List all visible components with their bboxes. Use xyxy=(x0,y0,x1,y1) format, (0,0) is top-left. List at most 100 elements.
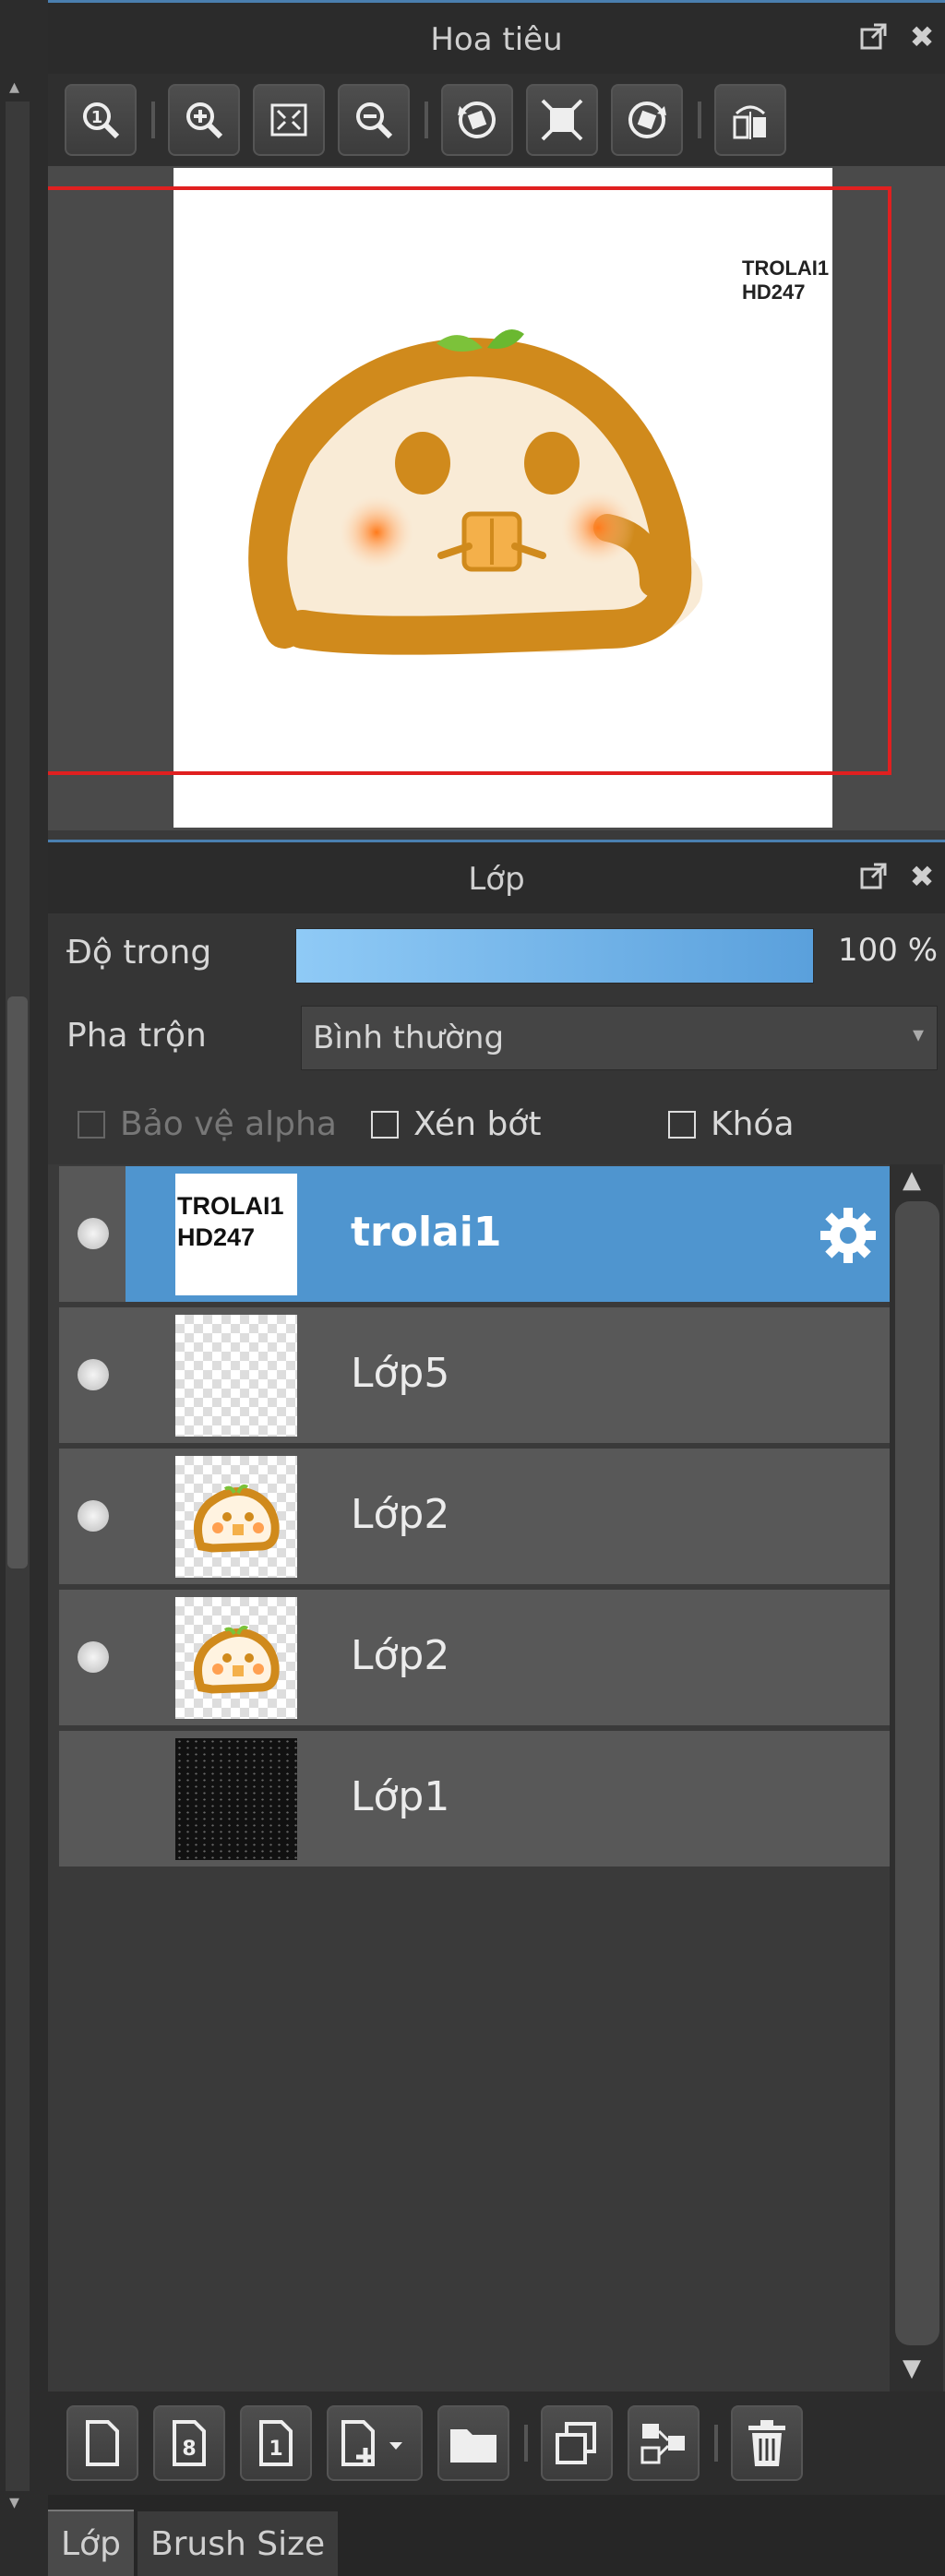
zoom-reset-button[interactable]: 1 xyxy=(65,84,137,156)
visibility-icon xyxy=(78,1500,109,1532)
svg-text:1: 1 xyxy=(269,2438,282,2461)
actual-size-icon xyxy=(541,99,583,141)
blend-mode-select[interactable]: Bình thường ▾ xyxy=(301,1006,938,1070)
opacity-slider[interactable] xyxy=(295,928,814,984)
visibility-toggle[interactable] xyxy=(59,1307,126,1443)
layers-title: Lớp xyxy=(468,861,525,898)
layer-name: Lớp2 xyxy=(351,1632,450,1679)
separator xyxy=(714,2425,718,2462)
separator xyxy=(151,101,155,138)
layer-thumbnail xyxy=(175,1315,297,1437)
navigator-title-bar: Hoa tiêu ✖ xyxy=(48,0,945,77)
fit-to-window-button[interactable] xyxy=(253,84,325,156)
checkbox-box xyxy=(371,1110,399,1139)
flip-horizontal-button[interactable] xyxy=(714,84,786,156)
svg-text:1: 1 xyxy=(91,108,103,127)
visibility-icon xyxy=(78,1218,109,1249)
layer-row[interactable]: Lớp1 xyxy=(59,1731,890,1869)
flip-horizontal-icon xyxy=(733,105,766,139)
blend-mode-value: Bình thường xyxy=(313,1020,505,1056)
scroll-up-arrow-icon[interactable]: ▴ xyxy=(9,76,19,99)
chevron-down-icon: ▾ xyxy=(912,1021,924,1047)
layer-row[interactable]: Lớp5 xyxy=(59,1307,890,1446)
layers-scrollbar-thumb[interactable] xyxy=(895,1201,939,2345)
zoom-out-icon xyxy=(356,102,393,139)
actual-size-button[interactable] xyxy=(526,84,598,156)
layer-properties: Độ trong 100 % Pha trộn Bình thường ▾ Bả… xyxy=(48,913,945,1172)
duplicate-icon xyxy=(556,2422,596,2464)
new-1bit-layer-button[interactable]: 1 xyxy=(240,2405,312,2481)
layers-scrollbar[interactable]: ▲ ▼ xyxy=(890,1164,943,2401)
blend-label: Pha trộn xyxy=(66,1017,207,1055)
panel-tabs: Lớp Brush Size xyxy=(48,2495,945,2576)
layers-bottom-toolbar: 8 1 xyxy=(48,2391,945,2495)
zoom-reset-icon: 1 xyxy=(83,102,120,139)
layers-title-bar: Lớp ✖ xyxy=(48,840,945,916)
merge-layer-button[interactable] xyxy=(628,2405,700,2481)
folder-icon xyxy=(450,2429,496,2463)
navigator-preview[interactable]: TROLAI1 HD247 xyxy=(48,166,945,830)
close-panel-icon[interactable]: ✖ xyxy=(906,861,938,892)
rotate-left-button[interactable] xyxy=(441,84,513,156)
rotate-left-icon xyxy=(458,101,496,138)
checkbox-box xyxy=(668,1110,696,1139)
lock-checkbox[interactable]: Khóa xyxy=(668,1105,795,1143)
layer-name: trolai1 xyxy=(351,1209,502,1256)
delete-layer-button[interactable] xyxy=(731,2405,803,2481)
visibility-toggle[interactable] xyxy=(59,1590,126,1725)
layer-name: Lớp1 xyxy=(351,1773,450,1820)
protect-alpha-checkbox[interactable]: Bảo vệ alpha xyxy=(78,1105,337,1143)
merge-icon xyxy=(640,2424,685,2464)
navigator-toolbar: 1 xyxy=(48,74,945,166)
thumb-watermark-line: HD247 xyxy=(177,1223,256,1251)
visibility-toggle[interactable] xyxy=(59,1731,126,1866)
zoom-in-button[interactable] xyxy=(168,84,240,156)
layer-thumbnail xyxy=(175,1738,297,1860)
clipping-checkbox[interactable]: Xén bớt xyxy=(371,1105,541,1143)
layer-name: Lớp2 xyxy=(351,1491,450,1538)
viewport-rectangle[interactable] xyxy=(48,186,891,775)
add-layer-dropdown-icon xyxy=(341,2420,402,2466)
duplicate-layer-button[interactable] xyxy=(541,2405,613,2481)
zoom-out-button[interactable] xyxy=(338,84,410,156)
tab-brush-size[interactable]: Brush Size xyxy=(137,2511,339,2576)
lock-label: Khóa xyxy=(711,1105,795,1143)
visibility-toggle[interactable] xyxy=(59,1449,126,1584)
new-layer-button[interactable] xyxy=(66,2405,138,2481)
float-panel-icon[interactable] xyxy=(858,861,890,892)
close-panel-icon[interactable]: ✖ xyxy=(906,21,938,53)
1bit-layer-icon: 1 xyxy=(259,2420,293,2466)
rotate-right-button[interactable] xyxy=(611,84,683,156)
visibility-icon xyxy=(78,1359,109,1390)
thumb-watermark-line: TROLAI1 xyxy=(177,1192,284,1220)
tab-layers[interactable]: Lớp xyxy=(48,2510,134,2576)
new-page-icon xyxy=(86,2420,119,2466)
protect-alpha-label: Bảo vệ alpha xyxy=(120,1105,337,1143)
opacity-value: 100 % xyxy=(837,932,938,969)
svg-text:8: 8 xyxy=(182,2438,196,2461)
trash-icon xyxy=(748,2420,785,2466)
fit-icon xyxy=(270,103,307,137)
scroll-down-arrow-icon[interactable]: ▼ xyxy=(903,2355,921,2382)
new-8bit-layer-button[interactable]: 8 xyxy=(153,2405,225,2481)
left-scrollbar-thumb[interactable] xyxy=(7,996,28,1568)
zoom-in-icon xyxy=(186,102,223,139)
layer-thumbnail xyxy=(175,1456,297,1578)
layers-list: TROLAI1 HD247 trolai1 Lớp5 Lớp2 Lớp2 Lớp… xyxy=(48,1164,945,2401)
rotate-right-icon xyxy=(628,101,666,138)
visibility-toggle[interactable] xyxy=(59,1166,126,1302)
layer-row[interactable]: TROLAI1 HD247 trolai1 xyxy=(59,1166,890,1305)
float-panel-icon[interactable] xyxy=(858,21,890,53)
gear-icon[interactable] xyxy=(816,1203,880,1268)
clipping-label: Xén bớt xyxy=(413,1105,542,1143)
layer-name: Lớp5 xyxy=(351,1350,450,1397)
add-layer-menu-button[interactable] xyxy=(327,2405,423,2481)
separator xyxy=(425,101,428,138)
scroll-down-arrow-icon[interactable]: ▾ xyxy=(9,2491,19,2514)
scroll-up-arrow-icon[interactable]: ▲ xyxy=(903,1166,921,1194)
new-folder-button[interactable] xyxy=(437,2405,509,2481)
separator xyxy=(698,101,701,138)
layer-row[interactable]: Lớp2 xyxy=(59,1590,890,1728)
layer-row[interactable]: Lớp2 xyxy=(59,1449,890,1587)
opacity-label: Độ trong xyxy=(66,934,212,972)
